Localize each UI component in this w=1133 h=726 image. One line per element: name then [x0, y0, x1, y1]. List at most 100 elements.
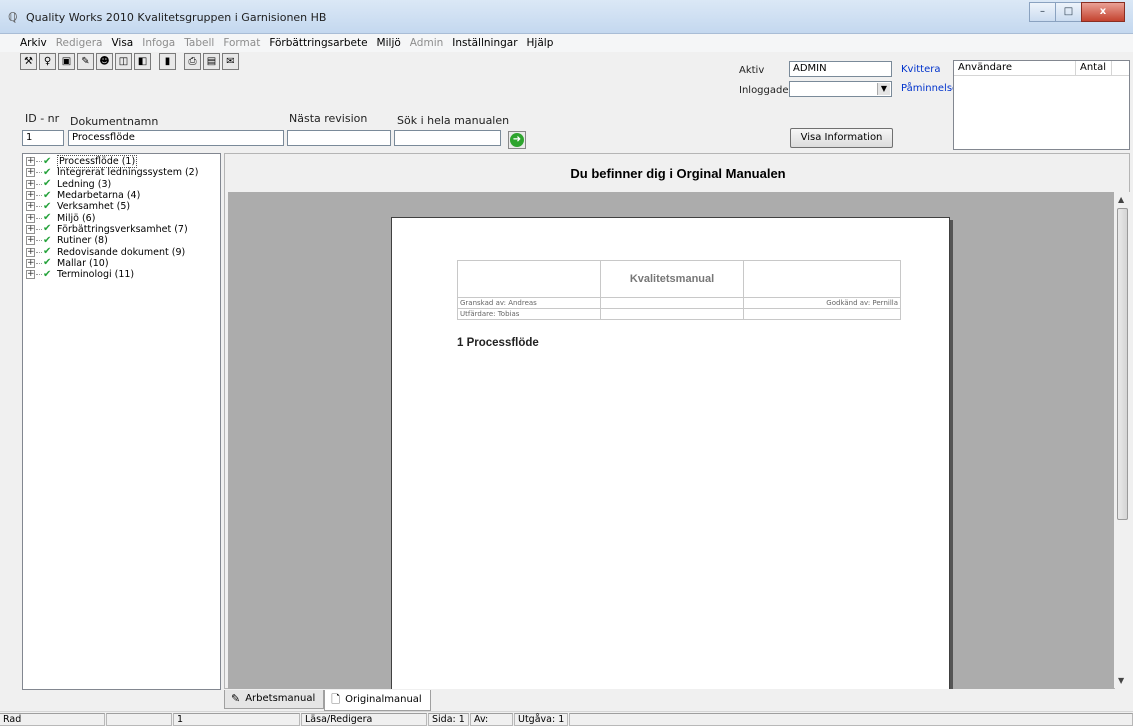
status-mode: Läsa/Redigera — [301, 713, 427, 726]
scroll-down-icon[interactable]: ▼ — [1118, 676, 1124, 685]
active-user-field[interactable]: ADMIN — [789, 61, 892, 77]
expand-icon[interactable]: + — [26, 270, 35, 280]
people-icon[interactable]: ☻ — [96, 53, 113, 70]
tools-icon[interactable]: ⚒ — [20, 53, 37, 70]
check-icon: ✔ — [43, 212, 52, 224]
section-heading: 1 Processflöde — [457, 337, 539, 349]
scroll-up-icon[interactable]: ▲ — [1118, 195, 1124, 204]
document-header-table: Kvalitetsmanual Granskad av: Andreas God… — [457, 260, 901, 320]
tree-item[interactable]: + ✔ Redovisande dokument (9) — [23, 246, 220, 258]
expand-icon[interactable]: + — [26, 247, 35, 257]
tree-item-label: Mallar (10) — [57, 257, 109, 269]
menu-admin[interactable]: Admin — [410, 34, 447, 52]
check-icon: ✔ — [43, 268, 52, 280]
search-manual-label: Sök i hela manualen — [397, 114, 510, 127]
tree-item[interactable]: + ✔ Integrerat ledningssystem (2) — [23, 167, 220, 178]
expand-icon[interactable]: + — [26, 224, 35, 234]
document-view: Du befinner dig i Orginal Manualen Kvali… — [224, 153, 1130, 689]
tree-item[interactable]: + ✔ Terminologi (11) — [23, 269, 220, 280]
tree-item[interactable]: + ✔ Verksamhet (5) — [23, 201, 220, 212]
menu-miljo[interactable]: Miljö — [377, 34, 405, 52]
close-button[interactable]: x — [1081, 2, 1125, 22]
id-field[interactable]: 1 — [22, 130, 64, 146]
status-page: Sida: 1 — [428, 713, 469, 726]
status-of: Av: — [470, 713, 513, 726]
document-title: Kvalitetsmanual — [600, 260, 744, 298]
menu-format[interactable]: Format — [223, 34, 264, 52]
vertical-scrollbar[interactable]: ▲ ▼ — [1115, 192, 1130, 689]
id-label: ID - nr — [25, 112, 60, 125]
menu-forbattringsarbete[interactable]: Förbättringsarbete — [269, 34, 371, 52]
document-name-label: Dokumentnamn — [70, 115, 159, 128]
check-icon: ✔ — [43, 234, 52, 246]
tree-item[interactable]: + ✔ Mallar (10) — [23, 258, 220, 269]
tree-item[interactable]: + ✔ Ledning (3) — [23, 179, 220, 190]
tree-item[interactable]: + ✔ Processflöde (1) — [23, 155, 220, 169]
check-icon: ✔ — [43, 246, 52, 258]
menu-tabell[interactable]: Tabell — [184, 34, 218, 52]
manual-tabs: ✎ Arbetsmanual 🗋 Originalmanual — [224, 690, 431, 711]
print-icon[interactable]: ⎙ — [184, 53, 201, 70]
manual-tree: + ✔ Processflöde (1) + ✔ Integrerat lednings… — [22, 153, 221, 690]
search-input[interactable] — [394, 130, 501, 146]
menu-hjalp[interactable]: Hjälp — [527, 34, 558, 52]
menu-redigera[interactable]: Redigera — [56, 34, 107, 52]
expand-icon[interactable]: + — [26, 179, 35, 189]
menu-arkiv[interactable]: Arkiv — [20, 34, 51, 52]
tab-arbetsmanual[interactable]: ✎ Arbetsmanual — [224, 690, 325, 709]
manual-icon[interactable]: ◧ — [134, 53, 151, 70]
menu-bar: Arkiv Redigera Visa Infoga Tabell Format… — [0, 34, 1133, 52]
show-information-button[interactable]: Visa Information — [790, 128, 893, 148]
next-revision-field[interactable] — [287, 130, 391, 146]
expand-icon[interactable]: + — [26, 191, 35, 201]
menu-visa[interactable]: Visa — [111, 34, 137, 52]
tree-item[interactable]: + ✔ Miljö (6) — [23, 212, 220, 224]
binder-icon[interactable]: ▮ — [159, 53, 176, 70]
pdf-icon[interactable]: ▤ — [203, 53, 220, 70]
tree-item[interactable]: + ✔ Förbättringsverksamhet (7) — [23, 224, 220, 235]
document-page[interactable]: Kvalitetsmanual Granskad av: Andreas God… — [391, 217, 950, 689]
user-icon[interactable]: ♀ — [39, 53, 56, 70]
logged-in-select[interactable]: ▼ — [789, 81, 892, 97]
logged-in-label: Inloggade — [739, 85, 789, 96]
check-icon: ✔ — [43, 257, 52, 269]
expand-icon[interactable]: + — [26, 168, 35, 178]
checkbox-icon[interactable]: ▣ — [58, 53, 75, 70]
acknowledge-link[interactable]: Kvittera — [901, 64, 941, 75]
mail-icon[interactable]: ✉ — [222, 53, 239, 70]
check-icon: ✔ — [43, 178, 52, 190]
window-controls: – □ x — [1029, 2, 1125, 22]
expand-icon[interactable]: + — [26, 258, 35, 268]
status-blank — [106, 713, 172, 726]
search-go-button[interactable]: ➜ — [508, 131, 526, 149]
minimize-button[interactable]: – — [1029, 2, 1056, 22]
logged-users-list[interactable]: Användare Antal — [953, 60, 1130, 150]
tree-item-label: Ledning (3) — [57, 178, 112, 190]
book-icon[interactable]: ◫ — [115, 53, 132, 70]
check-icon: ✔ — [43, 200, 52, 212]
maximize-button[interactable]: □ — [1055, 2, 1082, 22]
document-name-field[interactable]: Processflöde — [68, 130, 284, 146]
tab-originalmanual[interactable]: 🗋 Originalmanual — [324, 690, 431, 711]
tree-item[interactable]: + ✔ Rutiner (8) — [23, 235, 220, 246]
menu-installningar[interactable]: Inställningar — [452, 34, 521, 52]
edit-icon[interactable]: ✎ — [77, 53, 94, 70]
check-icon: ✔ — [43, 189, 52, 201]
tree-item-label: Rutiner (8) — [57, 235, 108, 247]
expand-icon[interactable]: + — [26, 213, 35, 223]
column-user[interactable]: Användare — [954, 61, 1076, 75]
reminder-link[interactable]: Påminnelse — [901, 83, 958, 94]
expand-icon[interactable]: + — [26, 157, 35, 167]
expand-icon[interactable]: + — [26, 202, 35, 212]
tree-item[interactable]: + ✔ Medarbetarna (4) — [23, 190, 220, 201]
expand-icon[interactable]: + — [26, 236, 35, 246]
scroll-thumb[interactable] — [1117, 208, 1128, 520]
document-canvas[interactable]: Kvalitetsmanual Granskad av: Andreas God… — [228, 192, 1114, 689]
menu-infoga[interactable]: Infoga — [142, 34, 179, 52]
tree-item-label: Förbättringsverksamhet (7) — [57, 223, 188, 235]
check-icon: ✔ — [43, 155, 52, 167]
issued-by: Utfärdare: Tobias — [457, 308, 601, 320]
chevron-down-icon[interactable]: ▼ — [877, 83, 890, 95]
status-row: Rad — [0, 713, 105, 726]
column-count[interactable]: Antal — [1076, 61, 1112, 75]
